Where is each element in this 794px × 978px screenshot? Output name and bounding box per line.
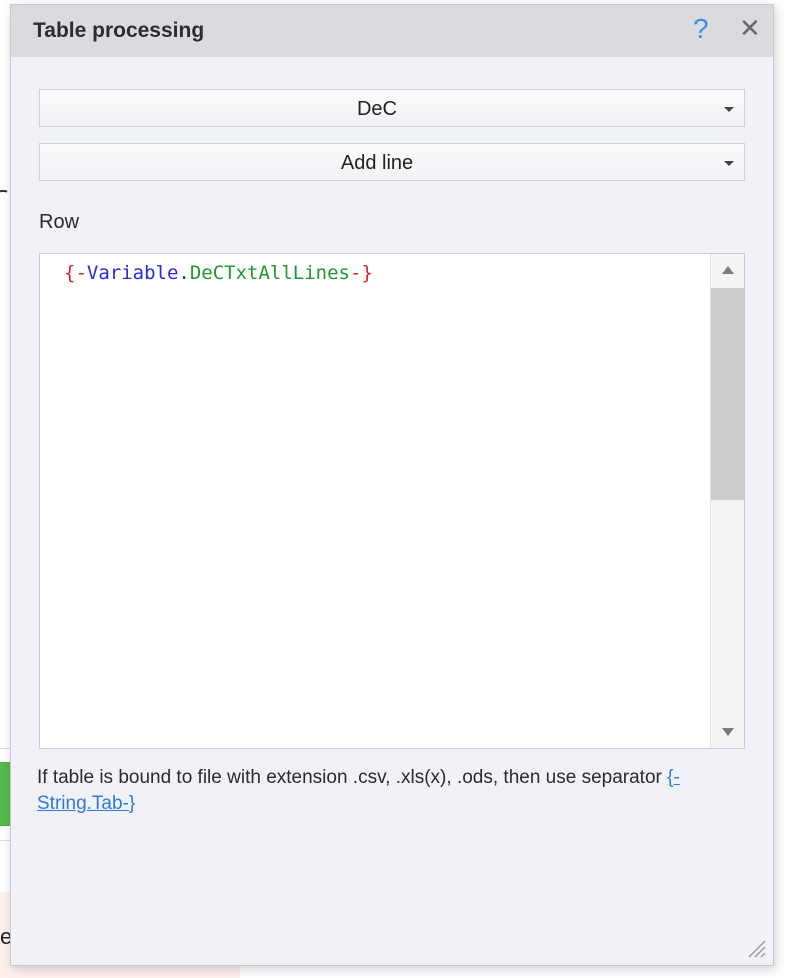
screen: e Table processing ? ✕ DeC Add line Row … [0,0,794,978]
table-select-dropdown[interactable]: DeC [39,89,745,127]
resize-grip-icon[interactable] [745,937,767,959]
action-select-value: Add line [340,152,414,174]
separator-hint-text: If table is bound to file with extension… [37,767,668,788]
scroll-up-arrow-icon[interactable] [722,266,734,274]
editor-scrollbar[interactable] [710,254,744,748]
background-green-block [0,762,10,826]
row-editor-text: {-Variable.DeCTxtAllLines-} [64,262,373,284]
chevron-down-icon [724,107,734,112]
table-processing-dialog: Table processing ? ✕ DeC Add line Row {-… [10,4,774,966]
row-editor[interactable]: {-Variable.DeCTxtAllLines-} [39,253,745,749]
close-icon[interactable]: ✕ [739,14,761,44]
question-mark-icon[interactable]: ? [693,13,709,45]
dialog-title: Table processing [33,19,205,42]
close-brace-token: -} [350,262,373,284]
table-select-value: DeC [356,98,397,120]
scroll-down-arrow-icon[interactable] [722,728,734,736]
action-select-dropdown[interactable]: Add line [39,143,745,181]
row-label: Row [39,211,80,233]
scrollbar-thumb[interactable] [711,288,744,500]
separator-hint: If table is bound to file with extension… [37,765,757,817]
variable-prefix-token: Variable. [86,262,190,284]
dialog-titlebar: Table processing ? ✕ [11,5,773,57]
open-brace-token: {- [64,262,87,284]
chevron-down-icon [724,161,734,166]
variable-name-token: DeCTxtAllLines [189,262,350,284]
